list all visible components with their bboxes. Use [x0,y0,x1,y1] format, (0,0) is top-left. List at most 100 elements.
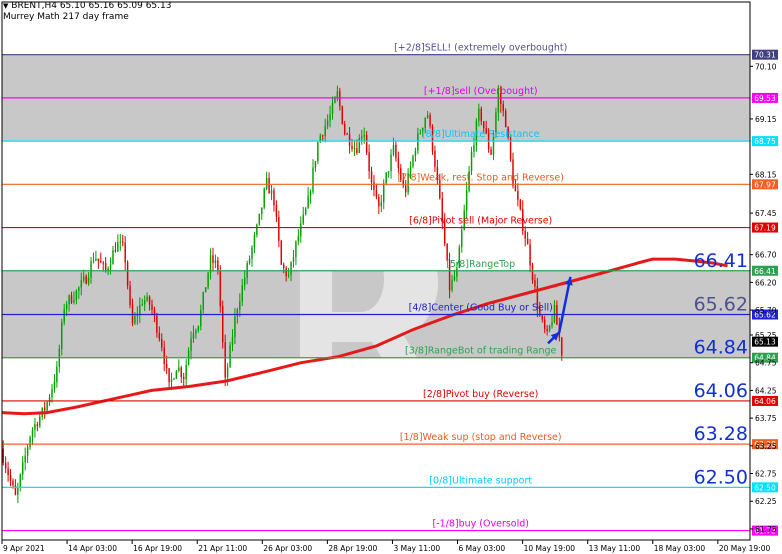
candle-body [214,260,217,264]
candle-body [373,182,375,190]
candle-body [78,287,80,291]
level-label-0: [+2/8]SELL! (extremely overbought) [394,43,567,54]
candle-body [426,115,429,118]
candle-body [117,242,119,252]
candle-body [490,148,492,155]
level-label-4: [6/8]Pivot sell (Major Reverse) [409,216,552,227]
candle-body [470,151,473,172]
candle-body [34,424,36,430]
y-tick-label-10: 63.75 [755,414,777,423]
candle-body [551,322,553,326]
candle-body [429,115,431,127]
level-big-label-6: 65.62 [694,294,748,316]
candle-body [543,319,546,330]
candle-body [31,429,34,437]
candle-body [90,261,92,278]
candle-body [87,277,90,284]
candle-body [346,133,348,135]
candle-body [517,191,519,200]
candle-body [453,276,456,280]
x-tick-label-0: 9 Apr 2021 [3,544,45,553]
candle-body [124,242,126,263]
candle-body [180,367,183,377]
candle-body [7,468,9,476]
candle-body [219,270,222,307]
level-big-label-9: 63.28 [694,423,748,445]
dropdown-triangle-icon[interactable]: ▼ [3,2,8,10]
candle-body [134,315,136,324]
y-tick-label-13: 62.25 [755,497,777,506]
candle-body [297,236,300,242]
candle-body [358,138,361,153]
level-label-6: [4/8]Center (Good Buy or Sell) [409,303,553,314]
x-tick-label-1: 14 Apr 03:00 [68,544,117,553]
candle-body [482,121,485,129]
candle-body [56,366,58,383]
candle-body [109,264,112,269]
candle-body [119,241,122,243]
candle-body [192,333,195,339]
candle-body [195,330,197,334]
candle-body [4,462,7,469]
candle-body [317,142,319,162]
candle-body [385,172,387,184]
candle-body [473,145,475,152]
candle-body [231,337,234,346]
x-tick-label-4: 26 Apr 03:00 [263,544,312,553]
candle-body [61,322,63,350]
candle-body [217,260,219,271]
candle-body [73,300,75,303]
level-label-2: [8/8]Ultimate Resistance [422,129,540,140]
candle-body [236,309,239,317]
candle-body [504,110,507,128]
x-tick-label-10: 18 May 03:00 [654,544,706,553]
level-price-text-3: 67.97 [754,180,776,189]
candle-body [17,486,19,495]
candle-body [12,480,14,486]
candle-body [222,306,224,343]
candle-body [243,278,246,286]
candle-body [212,255,214,264]
candle-body [434,151,436,167]
candle-body [280,240,283,265]
candle-body [534,280,536,287]
y-tick-label-5: 66.20 [755,278,777,287]
level-price-text-10: 62.50 [754,483,776,492]
candle-body [112,250,114,265]
candle-body [185,364,187,380]
x-tick-label-2: 16 Apr 19:00 [133,544,182,553]
candle-body [307,195,309,209]
candle-body [404,185,407,193]
candle-body [390,154,392,172]
level-label-3: [7/8]Weak, rest. Stop and Reverse) [398,172,564,183]
candle-body [46,402,48,411]
candle-body [209,255,212,273]
candle-body [336,91,339,98]
candle-body [546,329,548,331]
symbol-line: BRENT,H4 65.10 65.16 65.09 65.13 [11,1,172,11]
candle-body [24,455,26,463]
candle-body [290,261,292,276]
level-label-5: [5/8]RangeTop [446,259,515,270]
candle-body [204,287,207,293]
candle-body [251,247,253,259]
candle-body [207,272,209,288]
candle-body [302,214,304,224]
candle-body [285,267,287,277]
candle-body [553,304,556,323]
candle-body [541,315,543,320]
candle-body [161,339,163,348]
candle-body [51,388,53,398]
candle-body [524,230,526,239]
candle-body [114,250,117,252]
y-tick-label-1: 69.15 [755,115,777,124]
candle-body [424,117,426,128]
candle-body [446,243,448,261]
candle-body [295,241,297,258]
candle-body [278,216,280,241]
candle-body [82,276,85,281]
candle-body [182,376,185,380]
candle-body [412,156,414,167]
y-tick-label-2: 68.15 [755,170,777,179]
price-chart: [+2/8]SELL! (extremely overbought) 70.31 [… [1,1,778,553]
